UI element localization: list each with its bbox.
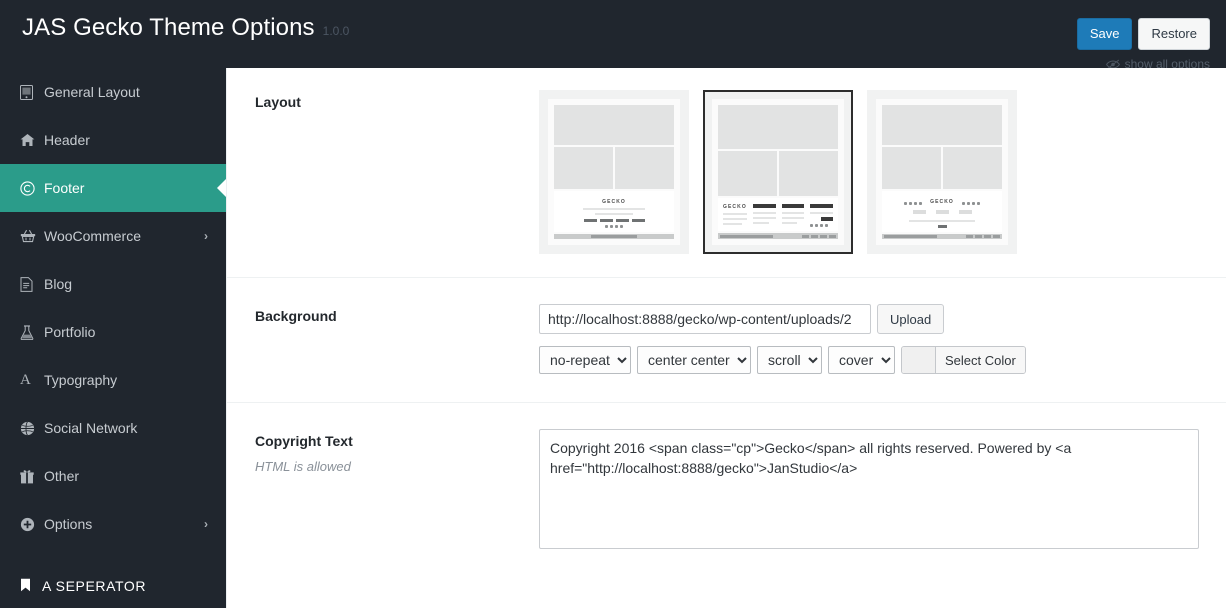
thumb-bottom-bar bbox=[718, 233, 838, 239]
thumb-footer: GECKO bbox=[718, 198, 838, 232]
background-color-picker[interactable]: Select Color bbox=[901, 346, 1026, 374]
page-header: JAS Gecko Theme Options 1.0.0 Save Resto… bbox=[0, 0, 1226, 71]
field-control-column: GECKO GECKO GECKO bbox=[539, 90, 1226, 255]
sidebar-separator-label: A SEPERATOR bbox=[42, 578, 147, 594]
sidebar-item-woocommerce[interactable]: WooCommerce › bbox=[0, 212, 226, 260]
background-attachment-select[interactable]: scroll bbox=[757, 346, 822, 374]
background-image-url-input[interactable] bbox=[539, 304, 871, 334]
file-text-icon bbox=[20, 276, 42, 292]
gift-icon bbox=[20, 469, 42, 484]
thumb-hero bbox=[554, 105, 674, 146]
sidebar-item-label: Header bbox=[44, 132, 90, 148]
background-position-select[interactable]: center center bbox=[637, 346, 751, 374]
sidebar-item-label: General Layout bbox=[44, 84, 140, 100]
field-layout: Layout GECKO GECKO GECKO bbox=[227, 68, 1226, 278]
sidebar-item-footer[interactable]: Footer bbox=[0, 164, 226, 212]
plus-circle-icon bbox=[20, 517, 42, 532]
thumb-columns bbox=[554, 147, 674, 189]
sidebar-item-label: Footer bbox=[44, 180, 85, 196]
field-title: Layout bbox=[255, 94, 301, 110]
thumb-lines bbox=[583, 205, 645, 215]
thumb-logo-text: GECKO bbox=[723, 204, 747, 211]
theme-options-page: JAS Gecko Theme Options 1.0.0 Save Resto… bbox=[0, 0, 1226, 608]
save-button[interactable]: Save bbox=[1076, 18, 1133, 50]
flask-icon bbox=[20, 324, 42, 340]
restore-button[interactable]: Restore bbox=[1138, 18, 1210, 50]
sidebar-item-label: Typography bbox=[44, 372, 118, 388]
field-control-column: Copyright 2016 <span class="cp">Gecko</s… bbox=[539, 429, 1226, 554]
thumb-footer: GECKO bbox=[554, 190, 674, 232]
layout-option-centered-with-social[interactable]: GECKO bbox=[867, 90, 1017, 254]
sidebar: General Layout Header Footer WooCommerce… bbox=[0, 68, 226, 608]
sidebar-item-label: Options bbox=[44, 516, 93, 532]
globe-icon bbox=[20, 421, 42, 436]
layout-thumbnail-group: GECKO GECKO GECKO bbox=[539, 90, 1226, 254]
home-icon bbox=[20, 133, 42, 147]
field-control-column: Upload no-repeat center center scroll co… bbox=[539, 304, 1226, 374]
thumb-social-dots bbox=[605, 224, 623, 228]
select-color-label: Select Color bbox=[936, 347, 1025, 373]
chevron-right-icon: › bbox=[204, 517, 208, 531]
thumb-bottom-bar bbox=[554, 233, 674, 239]
thumb-social-dots-left bbox=[904, 201, 923, 205]
sidebar-item-social-network[interactable]: Social Network bbox=[0, 404, 226, 452]
sidebar-item-header[interactable]: Header bbox=[0, 116, 226, 164]
thumb-bottom-bar bbox=[882, 233, 1002, 239]
sidebar-item-portfolio[interactable]: Portfolio bbox=[0, 308, 226, 356]
sidebar-item-blog[interactable]: Blog bbox=[0, 260, 226, 308]
basket-icon bbox=[20, 229, 42, 243]
header-actions: Save Restore show all options bbox=[1076, 18, 1210, 71]
font-icon: A bbox=[20, 371, 31, 388]
version-label: 1.0.0 bbox=[322, 24, 350, 38]
sidebar-item-label: Blog bbox=[44, 276, 73, 292]
copyright-icon bbox=[20, 180, 42, 196]
tablet-icon bbox=[20, 84, 42, 100]
sidebar-item-label: WooCommerce bbox=[44, 228, 141, 244]
sidebar-separator: A SEPERATOR bbox=[0, 564, 226, 608]
field-title: Background bbox=[255, 308, 337, 324]
thumb-social-dots-right bbox=[961, 201, 980, 205]
thumb-menu bbox=[887, 209, 997, 214]
field-copyright-text: Copyright Text HTML is allowed Copyright… bbox=[227, 403, 1226, 580]
thumb-logo-text: GECKO bbox=[930, 198, 954, 205]
field-background: Background Upload no-repeat center cente… bbox=[227, 278, 1226, 403]
thumb-widget-columns: GECKO bbox=[723, 204, 833, 228]
bookmark-icon bbox=[20, 578, 42, 595]
thumb-logo-row: GECKO bbox=[887, 199, 997, 205]
color-swatch[interactable] bbox=[902, 347, 936, 373]
field-subtitle: HTML is allowed bbox=[255, 459, 351, 474]
brand: JAS Gecko Theme Options 1.0.0 bbox=[0, 0, 349, 40]
thumb-menu bbox=[583, 218, 645, 222]
thumb-footer: GECKO bbox=[882, 190, 1002, 232]
sidebar-item-label: Other bbox=[44, 468, 80, 484]
field-title: Copyright Text bbox=[255, 433, 353, 449]
thumb-columns bbox=[882, 147, 1002, 189]
upload-button[interactable]: Upload bbox=[877, 304, 945, 334]
thumb-hero bbox=[882, 105, 1002, 146]
field-label-column: Copyright Text HTML is allowed bbox=[255, 429, 539, 554]
field-label-column: Layout bbox=[255, 90, 539, 255]
sidebar-item-label: Social Network bbox=[44, 420, 138, 436]
layout-option-left-logo-four-columns[interactable]: GECKO bbox=[703, 90, 853, 254]
sidebar-item-other[interactable]: Other bbox=[0, 452, 226, 500]
page-title: JAS Gecko Theme Options bbox=[22, 14, 315, 41]
background-size-select[interactable]: cover bbox=[828, 346, 895, 374]
sidebar-item-label: Portfolio bbox=[44, 324, 96, 340]
chevron-right-icon: › bbox=[204, 229, 208, 243]
layout-option-centered-stacked[interactable]: GECKO bbox=[539, 90, 689, 254]
background-repeat-select[interactable]: no-repeat bbox=[539, 346, 631, 374]
field-label-column: Background bbox=[255, 304, 539, 374]
sidebar-item-typography[interactable]: A Typography bbox=[0, 356, 226, 404]
sidebar-item-general-layout[interactable]: General Layout bbox=[0, 68, 226, 116]
options-panel: Layout GECKO GECKO GECKO Background http… bbox=[226, 68, 1226, 608]
thumb-social-dots bbox=[810, 224, 833, 228]
copyright-text-textarea[interactable]: Copyright 2016 <span class="cp">Gecko</s… bbox=[539, 429, 1199, 549]
thumb-hero bbox=[718, 105, 838, 150]
thumb-divider bbox=[909, 219, 975, 222]
thumb-tick bbox=[937, 224, 947, 228]
thumb-columns bbox=[718, 151, 838, 197]
sidebar-item-options[interactable]: Options › bbox=[0, 500, 226, 548]
